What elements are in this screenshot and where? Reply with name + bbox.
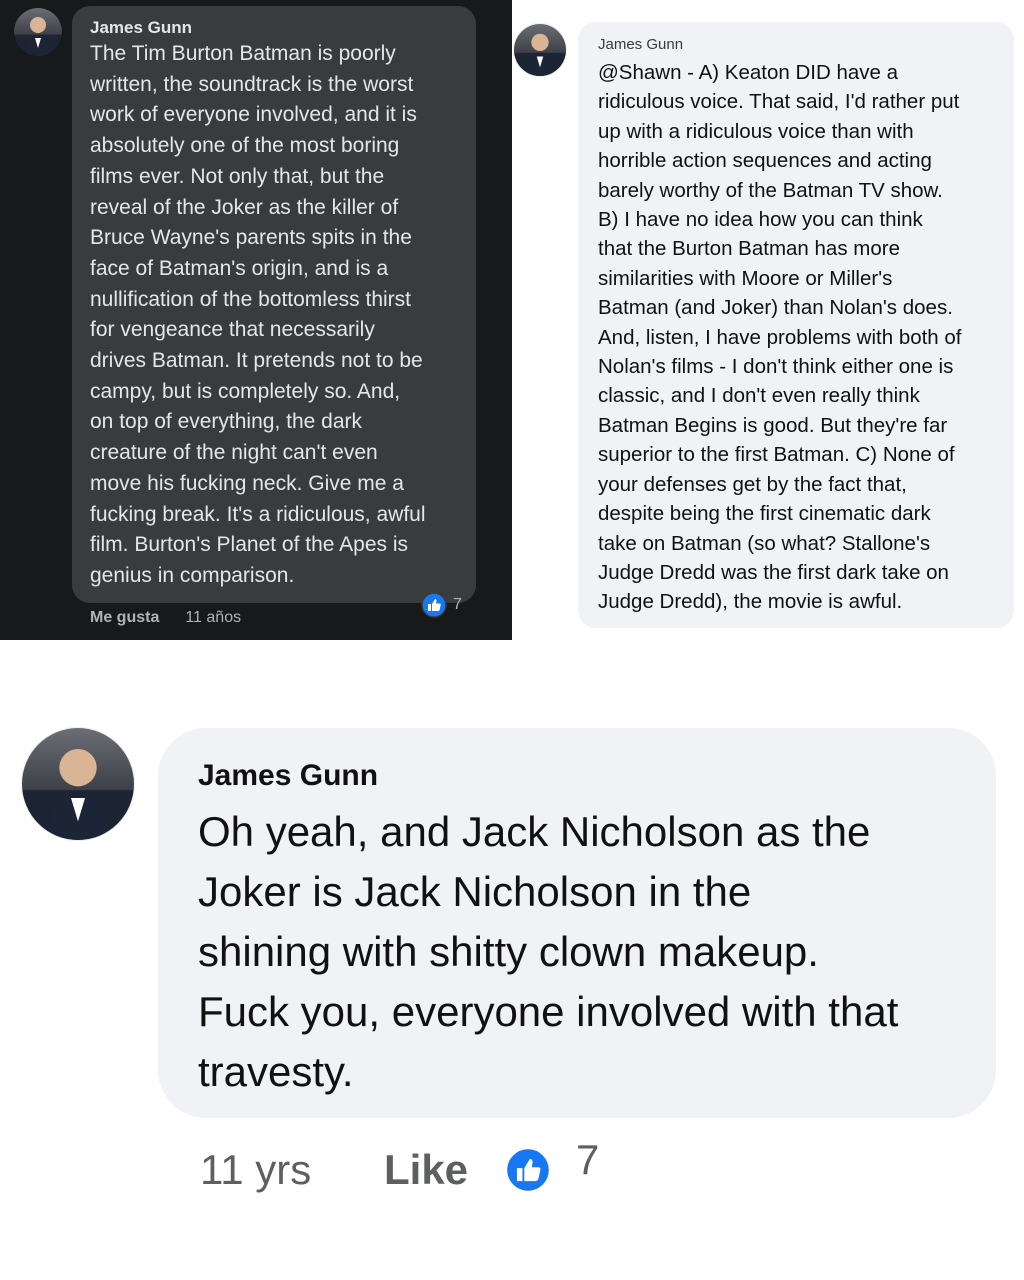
- profile-avatar[interactable]: [514, 24, 566, 76]
- comment-text: @Shawn - A) Keaton DID have a ridiculous…: [598, 61, 962, 614]
- comment-text: The Tim Burton Batman is poorly written,…: [90, 42, 426, 587]
- comment-actions: Me gusta 11 años: [90, 608, 241, 628]
- profile-avatar[interactable]: [22, 728, 134, 840]
- large-comment-screenshot: James Gunn Oh yeah, and Jack Nicholson a…: [0, 680, 1024, 1280]
- reaction-count: 7: [453, 596, 462, 613]
- person-icon: [524, 33, 556, 76]
- comment-bubble: James Gunn @Shawn - A) Keaton DID have a…: [578, 22, 1014, 628]
- light-comment-screenshot: James Gunn @Shawn - A) Keaton DID have a…: [512, 0, 1024, 640]
- reaction-count: 7: [576, 1136, 600, 1183]
- comment-text: Oh yeah, and Jack Nicholson as the Joker…: [198, 808, 899, 1095]
- reaction-badge[interactable]: 7: [421, 592, 462, 618]
- like-icon[interactable]: [504, 1146, 552, 1194]
- comment-timestamp[interactable]: 11 años: [185, 608, 241, 628]
- person-icon: [24, 17, 52, 56]
- like-icon: [421, 592, 447, 618]
- comment-author[interactable]: James Gunn: [90, 18, 460, 38]
- person-icon: [45, 749, 111, 840]
- comment-timestamp[interactable]: 11 yrs: [200, 1146, 384, 1194]
- like-button[interactable]: Me gusta: [90, 608, 159, 628]
- dark-comment-screenshot: James Gunn The Tim Burton Batman is poor…: [0, 0, 512, 640]
- comment-author[interactable]: James Gunn: [198, 758, 966, 794]
- comment-author[interactable]: James Gunn: [598, 36, 1002, 54]
- profile-avatar[interactable]: [14, 8, 62, 56]
- comment-bubble: James Gunn The Tim Burton Batman is poor…: [72, 6, 476, 603]
- like-button[interactable]: Like: [384, 1146, 504, 1194]
- comment-bubble: James Gunn Oh yeah, and Jack Nicholson a…: [158, 728, 996, 1118]
- comment-actions: 11 yrs Like 7: [200, 1136, 599, 1200]
